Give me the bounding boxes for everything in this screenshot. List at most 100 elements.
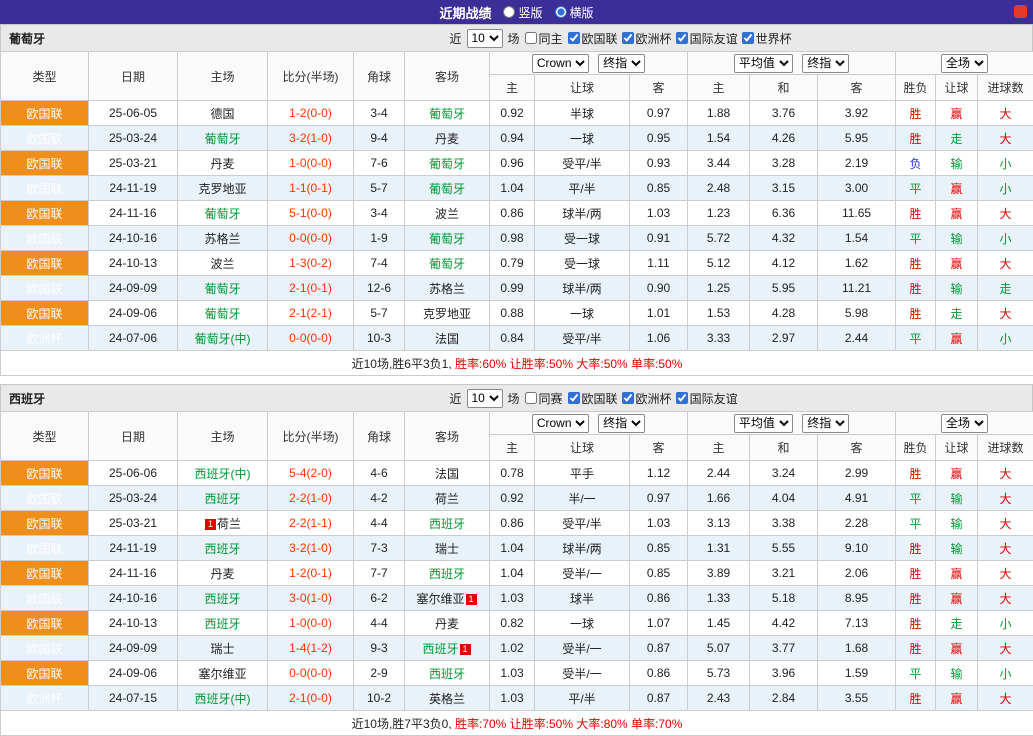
- summary-stats: 胜率:60% 让胜率:50% 大率:50% 单率:50%: [455, 357, 682, 371]
- full-match-select[interactable]: 全场: [941, 54, 988, 73]
- same-venue-checkbox[interactable]: [525, 32, 537, 44]
- cell-text: 4.04: [772, 491, 795, 505]
- full-match-select[interactable]: 全场: [941, 414, 988, 433]
- cell-text: 输: [951, 667, 963, 681]
- average-select[interactable]: 平均值: [734, 54, 793, 73]
- home-team-cell[interactable]: 塞尔维亚: [178, 661, 268, 686]
- away-team-cell[interactable]: 苏格兰: [405, 276, 490, 301]
- cell-text: 1.11: [647, 256, 669, 270]
- odds-handicap-cell: 球半/两: [535, 536, 630, 561]
- home-team-cell[interactable]: 德国: [178, 101, 268, 126]
- odds-time-select[interactable]: 终指: [598, 54, 645, 73]
- same-venue-filter[interactable]: 同主: [525, 30, 563, 47]
- top-right-icon[interactable]: [1014, 5, 1027, 18]
- average-select[interactable]: 平均值: [734, 414, 793, 433]
- result-outcome-cell: 胜: [896, 536, 936, 561]
- cell-text: 24-10-13: [109, 256, 157, 270]
- cell-text: 1.03: [500, 591, 523, 605]
- away-team-cell[interactable]: 葡萄牙: [405, 226, 490, 251]
- league-checkbox[interactable]: [676, 392, 688, 404]
- avg-draw-cell: 4.26: [750, 126, 818, 151]
- average-time-select[interactable]: 终指: [802, 414, 849, 433]
- home-team-cell[interactable]: 苏格兰: [178, 226, 268, 251]
- home-team-cell[interactable]: 克罗地亚: [178, 176, 268, 201]
- average-select-group: 平均值 终指: [688, 52, 896, 75]
- league-filter[interactable]: 国际友谊: [676, 390, 738, 407]
- home-team-cell[interactable]: 葡萄牙(中): [178, 326, 268, 351]
- league-filter[interactable]: 欧洲杯: [622, 30, 672, 47]
- same-competition-checkbox[interactable]: [525, 392, 537, 404]
- away-team-cell[interactable]: 波兰: [405, 201, 490, 226]
- home-team-cell[interactable]: 波兰: [178, 251, 268, 276]
- league-filter[interactable]: 欧国联: [568, 30, 618, 47]
- away-team-cell[interactable]: 西班牙: [405, 661, 490, 686]
- home-team-cell[interactable]: 丹麦: [178, 151, 268, 176]
- home-team-cell[interactable]: 西班牙: [178, 611, 268, 636]
- home-team-cell[interactable]: 西班牙(中): [178, 686, 268, 711]
- bookmaker-select[interactable]: Crown: [532, 414, 589, 433]
- result-goals-cell: 大: [978, 201, 1033, 226]
- away-team-cell[interactable]: 葡萄牙: [405, 176, 490, 201]
- away-team-cell[interactable]: 法国: [405, 326, 490, 351]
- league-checkbox[interactable]: [742, 32, 754, 44]
- home-team-cell[interactable]: 西班牙: [178, 486, 268, 511]
- away-team-cell[interactable]: 葡萄牙: [405, 251, 490, 276]
- odds-time-select[interactable]: 终指: [598, 414, 645, 433]
- cell-text: 5.18: [772, 591, 795, 605]
- match-row: 欧国联25-06-06西班牙(中)5-4(2-0)4-6法国0.78平手1.12…: [1, 461, 1033, 486]
- away-team-cell[interactable]: 葡萄牙: [405, 101, 490, 126]
- vertical-layout-radio[interactable]: [503, 6, 515, 18]
- cell-text: 25-03-21: [109, 156, 157, 170]
- horizontal-layout-label: 横版: [570, 4, 594, 21]
- average-time-select[interactable]: 终指: [802, 54, 849, 73]
- horizontal-layout-radio[interactable]: [555, 6, 567, 18]
- league-checkbox[interactable]: [568, 32, 580, 44]
- home-team-cell[interactable]: 1荷兰: [178, 511, 268, 536]
- league-filter[interactable]: 欧洲杯: [622, 390, 672, 407]
- home-team-cell[interactable]: 葡萄牙: [178, 301, 268, 326]
- home-team-cell[interactable]: 西班牙(中): [178, 461, 268, 486]
- league-filter[interactable]: 国际友谊: [676, 30, 738, 47]
- away-team-cell[interactable]: 瑞士: [405, 536, 490, 561]
- same-competition-filter[interactable]: 同赛: [525, 390, 563, 407]
- date-cell: 24-09-09: [89, 636, 178, 661]
- cell-text: 1.07: [647, 616, 670, 630]
- away-team-cell[interactable]: 西班牙: [405, 511, 490, 536]
- home-team-cell[interactable]: 丹麦: [178, 561, 268, 586]
- away-team-cell[interactable]: 英格兰: [405, 686, 490, 711]
- home-team-cell[interactable]: 葡萄牙: [178, 126, 268, 151]
- away-team-cell[interactable]: 丹麦: [405, 126, 490, 151]
- away-team-cell[interactable]: 荷兰: [405, 486, 490, 511]
- away-team-cell[interactable]: 塞尔维亚1: [405, 586, 490, 611]
- away-team-cell[interactable]: 葡萄牙: [405, 151, 490, 176]
- cell-text: 赢: [951, 332, 963, 346]
- league-checkbox[interactable]: [676, 32, 688, 44]
- home-team-cell[interactable]: 瑞士: [178, 636, 268, 661]
- avg-home-cell: 2.48: [688, 176, 750, 201]
- home-team-cell[interactable]: 葡萄牙: [178, 276, 268, 301]
- home-team-cell[interactable]: 西班牙: [178, 586, 268, 611]
- league-checkbox[interactable]: [568, 392, 580, 404]
- home-team-cell[interactable]: 葡萄牙: [178, 201, 268, 226]
- away-team-cell[interactable]: 法国: [405, 461, 490, 486]
- away-team-cell[interactable]: 克罗地亚: [405, 301, 490, 326]
- league-filter[interactable]: 世界杯: [742, 30, 792, 47]
- home-team-cell[interactable]: 西班牙: [178, 536, 268, 561]
- red-card-badge: 1: [460, 644, 471, 655]
- recent-count-select[interactable]: 10: [467, 29, 503, 48]
- league-checkbox[interactable]: [622, 32, 634, 44]
- layout-option-horizontal[interactable]: 横版: [555, 4, 594, 21]
- col-avg-draw: 和: [750, 75, 818, 101]
- layout-option-vertical[interactable]: 竖版: [503, 4, 542, 21]
- away-team-cell[interactable]: 西班牙1: [405, 636, 490, 661]
- recent-count-select[interactable]: 10: [467, 389, 503, 408]
- bookmaker-select[interactable]: Crown: [532, 54, 589, 73]
- away-team-cell[interactable]: 西班牙: [405, 561, 490, 586]
- away-team-cell[interactable]: 丹麦: [405, 611, 490, 636]
- date-cell: 24-10-16: [89, 586, 178, 611]
- top-bar: 近期战绩 竖版 横版: [0, 0, 1033, 24]
- cell-text: 胜: [910, 617, 922, 631]
- league-checkbox[interactable]: [622, 392, 634, 404]
- odds-handicap-cell: 球半/两: [535, 201, 630, 226]
- league-filter[interactable]: 欧国联: [568, 390, 618, 407]
